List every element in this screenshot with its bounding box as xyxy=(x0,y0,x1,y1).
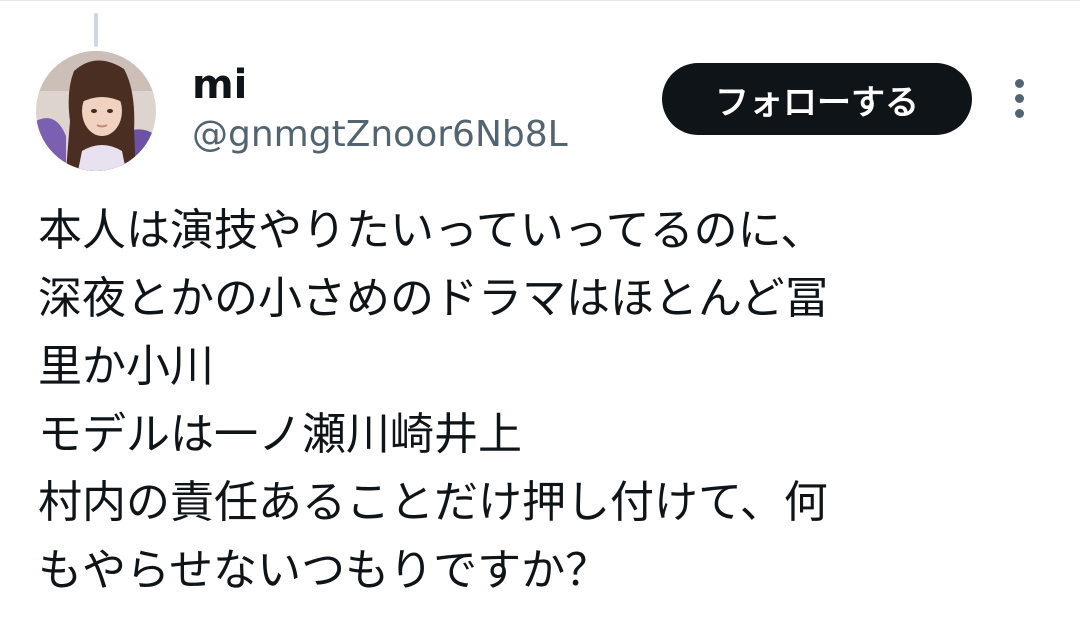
avatar[interactable] xyxy=(36,51,156,171)
thread-connector-line xyxy=(94,13,98,47)
tweet-text-line: モデルは一ノ瀬川崎井上 xyxy=(38,409,522,460)
author-display-name[interactable]: mi xyxy=(192,61,247,109)
tweet-text-line: もやらせないつもりですか？ xyxy=(38,545,610,596)
more-vertical-icon[interactable] xyxy=(1006,77,1034,121)
tweet-text-line: 村内の責任あることだけ押し付けて、何 xyxy=(38,477,828,528)
tweet-text-line: 本人は演技やりたいっていってるのに、 xyxy=(38,205,825,256)
tweet: mi @gnmgtZnoor6Nb8L フォローする 本人は演技やりたいっていっ… xyxy=(0,0,1080,643)
author-handle[interactable]: @gnmgtZnoor6Nb8L xyxy=(192,113,568,157)
follow-button[interactable]: フォローする xyxy=(662,63,972,135)
tweet-text: 本人は演技やりたいっていってるのに、 深夜とかの小さめのドラマはほとんど冨 里か… xyxy=(38,197,1048,605)
tweet-text-line: 里か小川 xyxy=(38,341,214,392)
tweet-text-line: 深夜とかの小さめのドラマはほとんど冨 xyxy=(38,273,829,324)
avatar-photo xyxy=(36,51,156,171)
